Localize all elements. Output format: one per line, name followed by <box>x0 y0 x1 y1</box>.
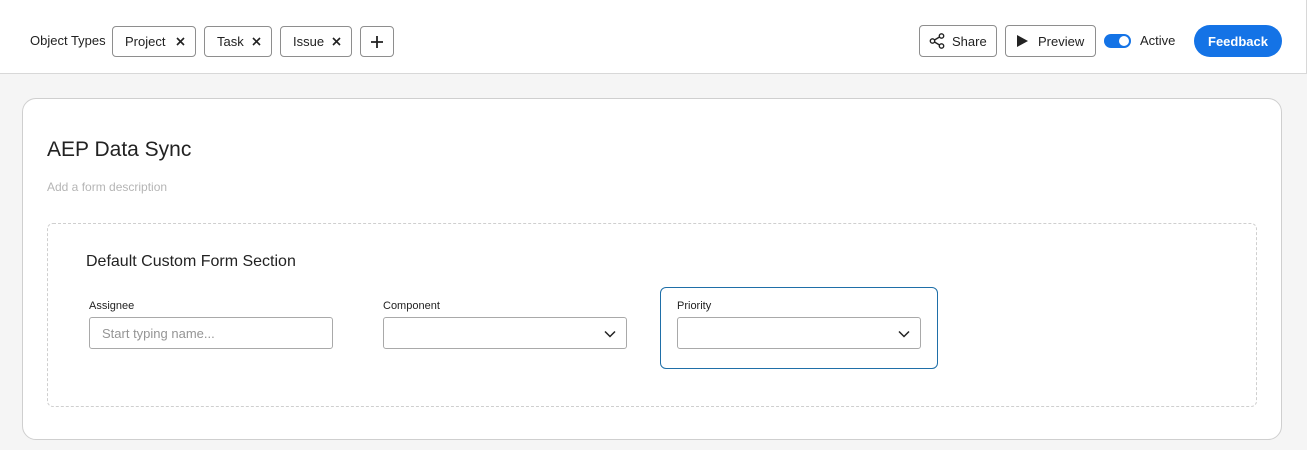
active-toggle[interactable] <box>1104 34 1131 48</box>
preview-label: Preview <box>1038 33 1085 49</box>
feedback-button[interactable]: Feedback <box>1194 25 1282 57</box>
priority-label: Priority <box>677 300 712 312</box>
toggle-knob <box>1119 36 1129 46</box>
plus-icon <box>370 35 384 49</box>
share-button[interactable]: Share <box>919 25 997 57</box>
object-types-label: Object Types <box>30 33 106 48</box>
form-description-input[interactable]: Add a form description <box>47 180 167 194</box>
assignee-label: Assignee <box>89 300 135 312</box>
section-title[interactable]: Default Custom Form Section <box>86 253 296 271</box>
object-type-chip-task[interactable]: Task <box>204 26 272 57</box>
add-object-type-button[interactable] <box>360 26 394 57</box>
form-section <box>47 223 1257 407</box>
share-icon <box>929 33 945 49</box>
active-label: Active <box>1140 33 1176 48</box>
chevron-down-icon <box>603 327 617 341</box>
chip-label: Task <box>217 34 244 49</box>
component-label: Component <box>383 300 440 312</box>
priority-select[interactable] <box>677 317 921 349</box>
play-icon <box>1016 34 1029 48</box>
chip-label: Project <box>125 34 166 49</box>
component-select[interactable] <box>383 317 627 349</box>
object-type-chip-issue[interactable]: Issue <box>280 26 352 57</box>
remove-icon[interactable] <box>330 34 342 48</box>
share-label: Share <box>952 33 987 49</box>
chip-label: Issue <box>293 34 325 49</box>
assignee-input[interactable] <box>89 317 333 349</box>
remove-icon[interactable] <box>174 34 186 48</box>
form-title[interactable]: AEP Data Sync <box>47 138 191 162</box>
preview-button[interactable]: Preview <box>1005 25 1096 57</box>
object-type-chip-project[interactable]: Project <box>112 26 196 57</box>
remove-icon[interactable] <box>250 34 262 48</box>
chevron-down-icon <box>897 327 911 341</box>
top-toolbar: Object Types Project Task Issue Share Pr… <box>0 0 1307 74</box>
